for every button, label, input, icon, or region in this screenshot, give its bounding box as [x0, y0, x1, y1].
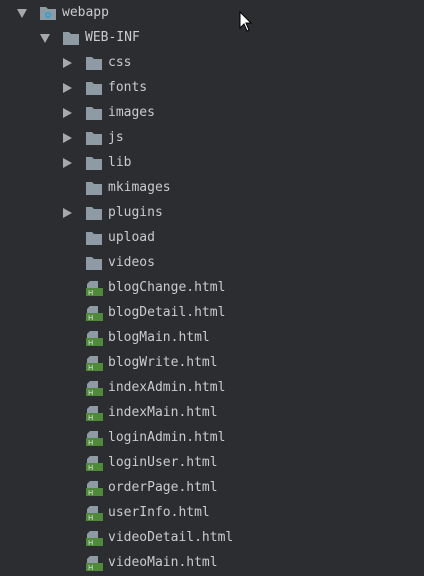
tree-node-label: blogChange.html — [108, 280, 226, 295]
tree-node-label: mkimages — [108, 180, 171, 195]
tree-node-label: fonts — [108, 80, 148, 95]
tree-node-label: indexMain.html — [108, 405, 218, 420]
html-file-icon: H — [85, 480, 103, 497]
project-tree: webapp WEB-INF css fonts images js lib m… — [0, 1, 424, 576]
svg-text:H: H — [88, 314, 93, 321]
mouse-pointer-icon — [239, 10, 253, 33]
svg-text:H: H — [88, 339, 93, 346]
tree-node-label: loginAdmin.html — [108, 430, 226, 445]
tree-node-file[interactable]: H blogChange.html — [0, 276, 424, 301]
html-file-icon: H — [85, 330, 103, 347]
html-file-icon: H — [85, 355, 103, 372]
collapsed-arrow-icon[interactable] — [63, 133, 72, 143]
tree-node-folder[interactable]: images — [0, 101, 424, 126]
svg-text:H: H — [88, 464, 93, 471]
svg-text:H: H — [88, 514, 93, 521]
tree-node-label: blogWrite.html — [108, 355, 218, 370]
tree-node-file[interactable]: H userInfo.html — [0, 501, 424, 526]
tree-node-file[interactable]: H indexAdmin.html — [0, 376, 424, 401]
tree-node-label: lib — [108, 155, 132, 170]
tree-node-file[interactable]: H blogDetail.html — [0, 301, 424, 326]
tree-node-file[interactable]: H videoMain.html — [0, 551, 424, 576]
tree-node-label: upload — [108, 230, 155, 245]
tree-node-label: indexAdmin.html — [108, 380, 226, 395]
tree-node-file[interactable]: H loginUser.html — [0, 451, 424, 476]
html-file-icon: H — [85, 505, 103, 522]
folder-icon — [62, 30, 80, 46]
folder-icon — [85, 105, 103, 121]
tree-node-folder[interactable]: upload — [0, 226, 424, 251]
html-file-icon: H — [85, 455, 103, 472]
tree-node-file[interactable]: H blogWrite.html — [0, 351, 424, 376]
html-file-icon: H — [85, 530, 103, 547]
folder-icon — [85, 130, 103, 146]
tree-node-folder[interactable]: videos — [0, 251, 424, 276]
html-file-icon: H — [85, 380, 103, 397]
folder-icon — [85, 55, 103, 71]
tree-node-label: videoDetail.html — [108, 530, 234, 545]
tree-node-file[interactable]: H orderPage.html — [0, 476, 424, 501]
tree-node-folder[interactable]: mkimages — [0, 176, 424, 201]
folder-icon — [85, 230, 103, 246]
collapsed-arrow-icon[interactable] — [63, 108, 72, 118]
collapsed-arrow-icon[interactable] — [63, 83, 72, 93]
web-folder-icon — [39, 5, 57, 21]
svg-text:H: H — [88, 364, 93, 371]
tree-node-file[interactable]: H indexMain.html — [0, 401, 424, 426]
tree-node-file[interactable]: H videoDetail.html — [0, 526, 424, 551]
svg-text:H: H — [88, 389, 93, 396]
tree-node-webapp[interactable]: webapp — [0, 1, 424, 26]
tree-node-label: css — [108, 55, 132, 70]
tree-node-folder[interactable]: fonts — [0, 76, 424, 101]
tree-node-file[interactable]: H loginAdmin.html — [0, 426, 424, 451]
svg-text:H: H — [88, 439, 93, 446]
expand-arrow-icon[interactable] — [17, 9, 27, 18]
html-file-icon: H — [85, 430, 103, 447]
tree-node-label: WEB-INF — [85, 30, 140, 45]
tree-node-label: loginUser.html — [108, 455, 218, 470]
tree-node-label: js — [108, 130, 124, 145]
html-file-icon: H — [85, 405, 103, 422]
tree-node-label: webapp — [62, 5, 109, 20]
html-file-icon: H — [85, 305, 103, 322]
html-file-icon: H — [85, 555, 103, 572]
tree-node-file[interactable]: H blogMain.html — [0, 326, 424, 351]
folder-icon — [85, 80, 103, 96]
tree-node-label: videos — [108, 255, 155, 270]
collapsed-arrow-icon[interactable] — [63, 208, 72, 218]
tree-node-label: plugins — [108, 205, 163, 220]
folder-icon — [85, 155, 103, 171]
tree-node-folder[interactable]: js — [0, 126, 424, 151]
tree-node-label: userInfo.html — [108, 505, 210, 520]
collapsed-arrow-icon[interactable] — [63, 58, 72, 68]
tree-node-label: blogMain.html — [108, 330, 210, 345]
tree-node-web-inf[interactable]: WEB-INF — [0, 26, 424, 51]
tree-node-folder[interactable]: css — [0, 51, 424, 76]
tree-node-folder[interactable]: plugins — [0, 201, 424, 226]
svg-text:H: H — [88, 539, 93, 546]
tree-node-label: orderPage.html — [108, 480, 218, 495]
folder-icon — [85, 180, 103, 196]
svg-text:H: H — [88, 289, 93, 296]
html-file-icon: H — [85, 280, 103, 297]
svg-text:H: H — [88, 414, 93, 421]
tree-node-label: images — [108, 105, 155, 120]
folder-icon — [85, 255, 103, 271]
folder-icon — [85, 205, 103, 221]
svg-text:H: H — [88, 489, 93, 496]
tree-node-folder[interactable]: lib — [0, 151, 424, 176]
collapsed-arrow-icon[interactable] — [63, 158, 72, 168]
tree-node-label: blogDetail.html — [108, 305, 226, 320]
tree-node-label: videoMain.html — [108, 555, 218, 570]
expand-arrow-icon[interactable] — [40, 34, 50, 43]
svg-text:H: H — [88, 564, 93, 571]
